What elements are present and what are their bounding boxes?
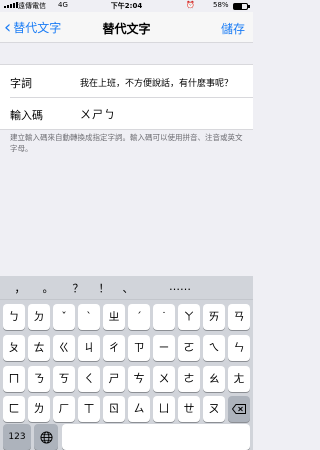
phrase-field[interactable]: 我在上班，不方便說話，有什麼事呢？ <box>80 76 233 89</box>
page-title: 替代文字 <box>102 22 151 36</box>
space-key[interactable] <box>62 424 250 450</box>
replacement-form: 字詞 我在上班，不方便說話，有什麼事呢？ 輸入碼 ㄨㄕㄅ <box>0 64 253 130</box>
key[interactable]: ㄘ <box>128 366 150 392</box>
shortcut-row[interactable]: 輸入碼 ㄨㄕㄅ <box>0 97 253 129</box>
keyboard-row-4: ㄈㄌㄏㄒㄖㄙㄩㄝㄡ <box>0 396 253 422</box>
key[interactable]: ㄖ <box>103 396 125 422</box>
keyboard-row-1: ㄅㄉ ˇ ˋ ㄓ ˊ ˙ ㄚㄞㄢ <box>0 304 253 330</box>
keyboard-row-3: ㄇㄋㄎㄑㄕㄘㄨㄜㄠㄤ <box>0 366 253 392</box>
key[interactable]: ˇ <box>53 304 75 330</box>
key[interactable]: ㄎ <box>53 366 75 392</box>
key[interactable]: ㄈ <box>3 396 25 422</box>
suggestion-item[interactable]: 。 <box>36 280 60 296</box>
suggestion-item[interactable]: …… <box>160 280 200 293</box>
key[interactable]: ㄩ <box>153 396 175 422</box>
zhuyin-keyboard: ，。 ？！、 …… ㄅㄉ ˇ ˋ ㄓ ˊ ˙ ㄚㄞㄢ ㄆㄊㄍㄐㄔㄗㄧㄛㄟㄣ ㄇㄋㄎㄑㄕㄘㄨㄜㄠㄤ… <box>0 276 253 450</box>
delete-icon <box>231 404 246 414</box>
phrase-row[interactable]: 字詞 我在上班，不方便說話，有什麼事呢？ <box>0 65 253 97</box>
status-bar: 遠傳電信 4G 下午2:04 ⏰ 58% <box>0 0 253 12</box>
key[interactable]: ㄒ <box>78 396 100 422</box>
key[interactable]: ㄓ <box>103 304 125 330</box>
phrase-label: 字詞 <box>10 77 32 90</box>
key[interactable]: ㄣ <box>228 335 250 361</box>
key[interactable]: ㄡ <box>203 396 225 422</box>
key[interactable]: ㄇ <box>3 366 25 392</box>
key[interactable]: ㄑ <box>78 366 100 392</box>
key[interactable]: ㄔ <box>103 335 125 361</box>
key[interactable]: ㄝ <box>178 396 200 422</box>
suggestion-item[interactable]: ！ <box>92 280 116 296</box>
globe-key[interactable] <box>34 424 58 450</box>
key[interactable]: ㄕ <box>103 366 125 392</box>
help-text: 建立輸入碼來自動轉換成指定字詞。輸入碼可以使用拼音、注音或英文字母。 <box>10 133 243 153</box>
navigation-bar: ‹ 替代文字 替代文字 儲存 <box>0 12 253 43</box>
suggestion-item[interactable]: 、 <box>116 280 140 296</box>
key[interactable]: ㄤ <box>228 366 250 392</box>
key[interactable]: ㄟ <box>203 335 225 361</box>
key[interactable]: ㄗ <box>128 335 150 361</box>
shortcut-field[interactable]: ㄨㄕㄅ <box>80 106 116 122</box>
delete-key[interactable] <box>228 396 250 422</box>
battery-percent: 58% <box>213 1 229 9</box>
keyboard-row-5: 123 <box>0 424 253 450</box>
alarm-icon: ⏰ <box>186 1 195 9</box>
key[interactable]: ㄞ <box>203 304 225 330</box>
battery-icon <box>233 3 250 10</box>
key[interactable]: ㄙ <box>128 396 150 422</box>
key[interactable]: ㄐ <box>78 335 100 361</box>
key[interactable]: ㄉ <box>28 304 50 330</box>
shortcut-label: 輸入碼 <box>10 109 43 122</box>
key[interactable]: ㄧ <box>153 335 175 361</box>
key[interactable]: ㄚ <box>178 304 200 330</box>
key[interactable]: ㄏ <box>53 396 75 422</box>
key[interactable]: ˊ <box>128 304 150 330</box>
key[interactable]: ㄍ <box>53 335 75 361</box>
key[interactable]: ㄠ <box>203 366 225 392</box>
key[interactable]: ˋ <box>78 304 100 330</box>
key[interactable]: ㄨ <box>153 366 175 392</box>
numbers-key[interactable]: 123 <box>3 424 31 450</box>
key[interactable]: ㄛ <box>178 335 200 361</box>
globe-icon <box>39 430 53 444</box>
key[interactable]: ㄌ <box>28 396 50 422</box>
keyboard-row-2: ㄆㄊㄍㄐㄔㄗㄧㄛㄟㄣ <box>0 335 253 361</box>
key[interactable]: ㄅ <box>3 304 25 330</box>
suggestion-item[interactable]: ？ <box>66 280 90 296</box>
key[interactable]: ㄆ <box>3 335 25 361</box>
key[interactable]: ㄊ <box>28 335 50 361</box>
key[interactable]: ㄋ <box>28 366 50 392</box>
key[interactable]: ㄢ <box>228 304 250 330</box>
key[interactable]: ㄜ <box>178 366 200 392</box>
suggestion-item[interactable]: ， <box>8 280 32 296</box>
suggestion-bar: ，。 ？！、 …… <box>0 276 253 300</box>
save-button[interactable]: 儲存 <box>221 20 245 37</box>
key[interactable]: ˙ <box>153 304 175 330</box>
